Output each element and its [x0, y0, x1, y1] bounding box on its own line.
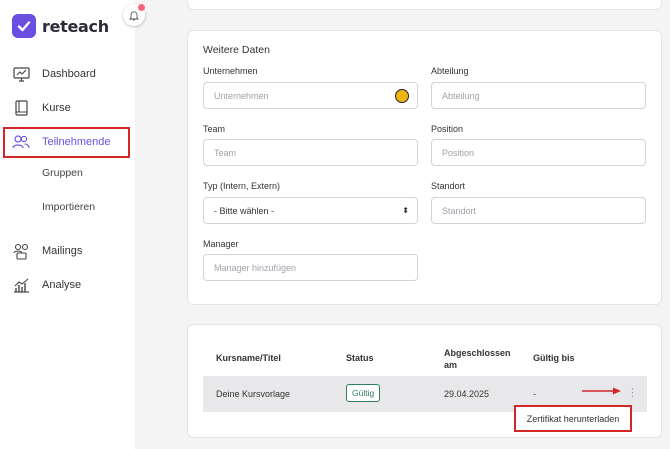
position-label: Position [431, 124, 464, 134]
notification-dot [138, 4, 145, 11]
dashboard-icon [12, 65, 30, 83]
column-header-completed-line2: am [444, 360, 458, 370]
valid-until: - [533, 389, 536, 399]
password-manager-icon[interactable] [395, 89, 409, 103]
more-options-icon[interactable]: ⋮ [627, 386, 638, 399]
top-card [187, 0, 662, 10]
analytics-icon [12, 276, 30, 294]
company-label: Unternehmen [203, 66, 258, 76]
column-header-completed-line1: Abgeschlossen [444, 348, 511, 358]
type-select-value: - Bitte wählen - [214, 205, 275, 216]
sidebar-item-dashboard[interactable]: Dashboard [12, 63, 96, 85]
additional-data-card: Weitere Daten Unternehmen Unternehmen Ab… [187, 30, 662, 305]
team-placeholder: Team [214, 147, 237, 158]
users-icon [12, 133, 30, 151]
brand-name: reteach [42, 16, 109, 36]
column-header-valid-until: Gültig bis [533, 353, 575, 363]
sidebar-item-gruppen[interactable]: Gruppen [42, 167, 83, 179]
company-placeholder: Unternehmen [214, 90, 269, 101]
book-icon [12, 99, 30, 117]
column-header-status: Status [346, 353, 374, 363]
team-input[interactable]: Team [203, 139, 418, 166]
sidebar-item-importieren[interactable]: Importieren [42, 201, 95, 213]
course-title: Deine Kursvorlage [216, 389, 291, 399]
sidebar: reteach Dashboard Kurse Teilnehmende Gru… [0, 0, 135, 449]
download-certificate-menu-item[interactable]: Zertifikat herunterladen [514, 405, 632, 432]
bell-icon [129, 10, 139, 20]
column-header-completed: Abgeschlossen am [444, 347, 511, 371]
position-placeholder: Position [442, 147, 475, 158]
manager-placeholder: Manager hinzufügen [214, 262, 297, 273]
completed-date: 29.04.2025 [444, 389, 490, 399]
reteach-logo-icon [12, 14, 36, 38]
location-label: Standort [431, 181, 466, 191]
team-label: Team [203, 124, 226, 134]
manager-label: Manager [203, 239, 239, 249]
department-input[interactable]: Abteilung [431, 82, 646, 109]
sidebar-item-label: Teilnehmende [42, 136, 111, 148]
type-select[interactable]: - Bitte wählen - ⬍ [203, 197, 418, 224]
sidebar-item-label: Analyse [42, 279, 82, 291]
sidebar-item-label: Mailings [42, 245, 83, 257]
sidebar-item-label: Dashboard [42, 68, 96, 80]
sidebar-item-teilnehmende[interactable]: Teilnehmende [12, 131, 111, 153]
company-input[interactable]: Unternehmen [203, 82, 418, 109]
location-placeholder: Standort [442, 205, 477, 216]
annotation-arrow [582, 387, 621, 395]
department-label: Abteilung [431, 66, 469, 76]
department-placeholder: Abteilung [442, 90, 480, 101]
section-title: Weitere Daten [203, 44, 270, 56]
sidebar-item-mailings[interactable]: Mailings [12, 240, 82, 262]
logo[interactable]: reteach [12, 14, 109, 38]
mailing-icon [12, 242, 30, 260]
sidebar-item-label: Kurse [42, 102, 71, 114]
notifications-button[interactable] [123, 4, 145, 26]
column-header-title: Kursname/Titel [216, 353, 281, 363]
type-label: Typ (Intern, Extern) [203, 181, 281, 191]
sidebar-item-analyse[interactable]: Analyse [12, 274, 81, 296]
sidebar-item-kurse[interactable]: Kurse [12, 97, 71, 119]
status-badge: Gültig [346, 384, 381, 402]
select-arrows-icon: ⬍ [402, 205, 409, 215]
position-input[interactable]: Position [431, 139, 646, 166]
manager-input[interactable]: Manager hinzufügen [203, 254, 418, 281]
location-input[interactable]: Standort [431, 197, 646, 224]
